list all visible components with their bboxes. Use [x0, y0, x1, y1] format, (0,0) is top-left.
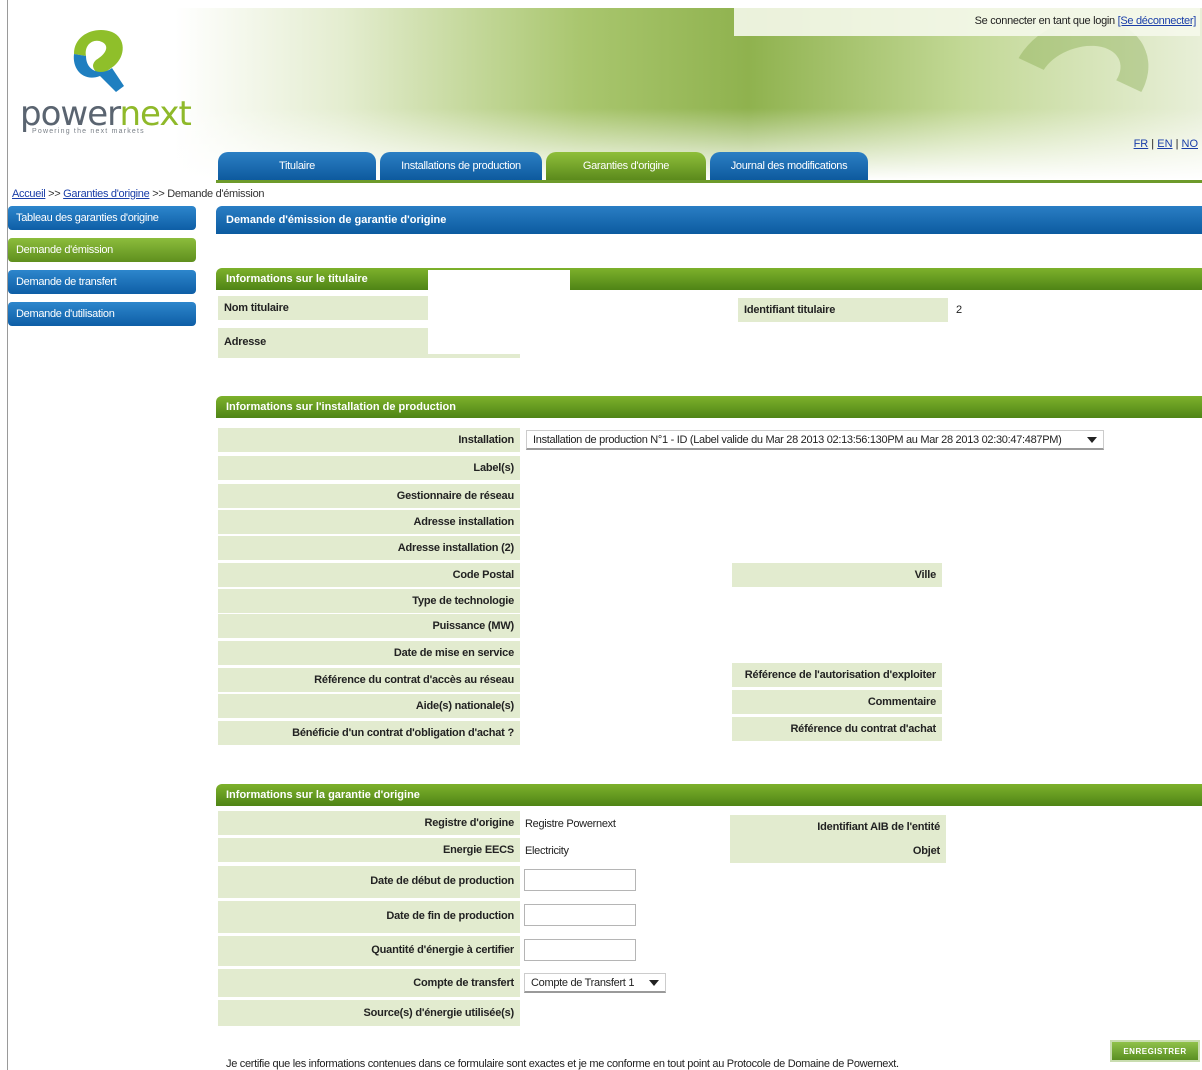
quantity-input[interactable] [524, 939, 636, 961]
section-guarantee-title: Informations sur la garantie d'origine [216, 784, 1202, 806]
dropdown-arrow-icon [649, 980, 659, 986]
aib-id-label: Identifiant AIB de l'entité [730, 815, 946, 839]
logo-mark-icon [73, 30, 124, 92]
eecs-energy-label: Energie EECS [218, 838, 520, 862]
quantity-label: Quantité d'énergie à certifier [218, 936, 520, 966]
login-status: Se connecter en tant que login [Se décon… [974, 15, 1197, 27]
installation-address2-label: Adresse installation (2) [218, 536, 520, 560]
origin-registry-value: Registre Powernext [525, 818, 616, 830]
purchase-contract-ref-label: Référence du contrat d'achat [732, 717, 942, 741]
object-label: Objet [730, 839, 946, 863]
login-bar: Se connecter en tant que login [Se décon… [734, 8, 1200, 36]
save-button[interactable]: ENREGISTRER [1110, 1040, 1200, 1062]
login-prefix: Se connecter en tant que login [974, 15, 1116, 27]
breadcrumb-section[interactable]: Garanties d'origine [63, 188, 150, 200]
power-label: Puissance (MW) [218, 614, 520, 638]
tab-underline [216, 180, 1202, 183]
operating-authorization-label: Référence de l'autorisation d'exploiter [732, 663, 942, 687]
purchase-obligation-label: Bénéficie d'un contrat d'obligation d'ac… [218, 721, 520, 745]
national-aid-label: Aide(s) nationale(s) [218, 694, 520, 718]
start-date-input[interactable] [524, 869, 636, 891]
tab-installations[interactable]: Installations de production [380, 152, 542, 180]
tab-garanties[interactable]: Garanties d'origine [546, 152, 706, 180]
language-switcher: FR | EN | NO [1133, 138, 1199, 150]
sidebar-item-transfert[interactable]: Demande de transfert [8, 270, 196, 294]
logout-link[interactable]: [Se déconnecter] [1118, 15, 1197, 27]
grid-manager-label: Gestionnaire de réseau [218, 484, 520, 508]
origin-registry-label: Registre d'origine [218, 811, 520, 835]
lang-fr-link[interactable]: FR [1134, 138, 1149, 150]
transfer-account-value: Compte de Transfert 1 [531, 977, 635, 989]
redacted-area [428, 270, 570, 354]
technology-type-label: Type de technologie [218, 589, 520, 613]
holder-id-value: 2 [956, 304, 962, 316]
lang-en-link[interactable]: EN [1157, 138, 1172, 150]
start-date-label: Date de début de production [218, 866, 520, 898]
breadcrumb-home[interactable]: Accueil [12, 188, 46, 200]
breadcrumb-current: Demande d'émission [167, 188, 265, 200]
transfer-account-select[interactable]: Compte de Transfert 1 [524, 973, 666, 993]
section-holder-title: Informations sur le titulaire [216, 268, 1202, 290]
redacted-area-2 [514, 418, 572, 424]
installation-select-value: Installation de production N°1 - ID (Lab… [533, 434, 1062, 446]
eecs-energy-value: Electricity [525, 845, 569, 857]
labels-label: Label(s) [218, 456, 520, 480]
transfer-account-label: Compte de transfert [218, 969, 520, 997]
tab-titulaire[interactable]: Titulaire [218, 152, 376, 180]
certification-text: Je certifie que les informations contenu… [226, 1058, 899, 1070]
installation-address-label: Adresse installation [218, 510, 520, 534]
sidebar-item-emission[interactable]: Demande d'émission [8, 238, 196, 262]
powernext-logo[interactable]: powernext Powering the next markets [18, 22, 192, 142]
breadcrumb: Accueil >> Garanties d'origine >> Demand… [12, 188, 265, 200]
logo-tagline: Powering the next markets [32, 128, 145, 135]
comment-label: Commentaire [732, 690, 942, 714]
holder-id-label: Identifiant titulaire [738, 298, 948, 322]
postal-code-label: Code Postal [218, 563, 520, 587]
tab-journal[interactable]: Journal des modifications [710, 152, 868, 180]
commission-date-label: Date de mise en service [218, 641, 520, 665]
end-date-label: Date de fin de production [218, 901, 520, 933]
installation-select[interactable]: Installation de production N°1 - ID (Lab… [526, 430, 1104, 450]
grid-contract-label: Référence du contrat d'accès au réseau [218, 668, 520, 692]
dropdown-arrow-icon [1087, 437, 1097, 443]
city-label: Ville [732, 563, 942, 587]
installation-label: Installation [218, 428, 520, 452]
lang-no-link[interactable]: NO [1182, 138, 1199, 150]
energy-sources-label: Source(s) d'énergie utilisée(s) [218, 1000, 520, 1026]
page-title: Demande d'émission de garantie d'origine [216, 206, 1202, 234]
sidebar-item-utilisation[interactable]: Demande d'utilisation [8, 302, 196, 326]
end-date-input[interactable] [524, 904, 636, 926]
section-installation-title: Informations sur l'installation de produ… [216, 396, 1202, 418]
sidebar-item-tableau[interactable]: Tableau des garanties d'origine [8, 206, 196, 230]
